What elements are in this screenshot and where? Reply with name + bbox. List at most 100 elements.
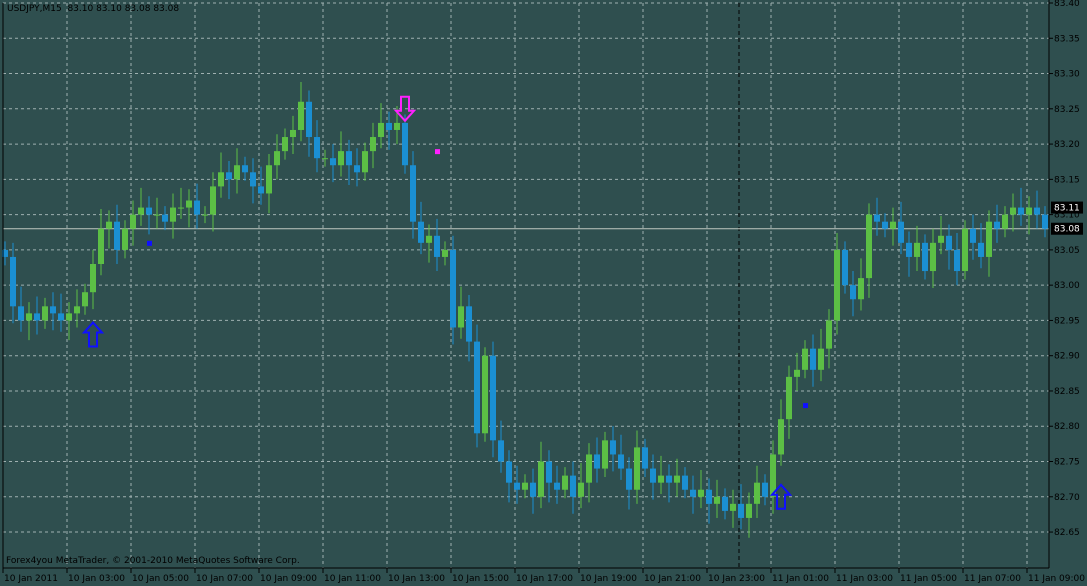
bull-candle [370, 137, 376, 152]
bear-candle [354, 165, 360, 173]
bear-candle [650, 468, 656, 483]
bull-candle [42, 306, 48, 321]
bear-candle [682, 475, 688, 490]
bear-candle [434, 235, 440, 257]
bear-candle [954, 249, 960, 272]
bear-candle [162, 214, 168, 222]
bull-candle [826, 320, 832, 349]
bear-candle [906, 242, 912, 257]
price-chart[interactable]: 83.4083.3583.3083.2583.2083.1583.1083.05… [0, 0, 1087, 586]
x-tick-label: 10 Jan 23:00 [708, 574, 765, 584]
bull-candle [746, 503, 752, 518]
bull-candle [274, 151, 280, 166]
bull-candle [674, 475, 680, 483]
ohlc-quotes: 83.10 83.10 83.08 83.08 [67, 4, 180, 14]
bear-candle [50, 306, 56, 314]
bull-candle [818, 348, 824, 370]
bull-candle [986, 221, 992, 257]
bear-candle [626, 468, 632, 490]
x-tick-label: 11 Jan 03:00 [836, 574, 893, 584]
bear-candle [738, 503, 744, 518]
bull-candle [154, 214, 160, 216]
bear-candle [1018, 207, 1024, 215]
bull-candle [170, 207, 176, 222]
y-tick-label: 83.15 [1054, 175, 1080, 185]
bear-candle [258, 186, 264, 194]
bull-candle [178, 207, 184, 209]
bull-candle [82, 292, 88, 307]
bull-candle [538, 461, 544, 497]
bull-candle [834, 249, 840, 321]
bull-candle [866, 214, 872, 279]
bear-candle [554, 482, 560, 490]
bear-candle [226, 172, 232, 180]
bear-candle [10, 256, 16, 307]
bear-candle [314, 137, 320, 159]
bear-candle [946, 235, 952, 250]
bull-candle [794, 369, 800, 377]
bull-candle [130, 214, 136, 229]
bull-candle [730, 503, 736, 511]
bull-candle [186, 200, 192, 208]
bear-candle [610, 440, 616, 455]
bear-candle [706, 489, 712, 504]
bear-candle [882, 221, 888, 229]
bear-candle [114, 221, 120, 250]
bull-candle [658, 475, 664, 483]
bear-candle [242, 165, 248, 173]
bull-candle [90, 263, 96, 293]
bull-candle [778, 419, 784, 455]
bear-candle [1034, 207, 1040, 215]
bull-candle [210, 186, 216, 215]
candles [2, 82, 1048, 538]
bear-candle [922, 242, 928, 272]
bear-candle [570, 475, 576, 497]
bull-candle [458, 306, 464, 328]
bull-candle [266, 165, 272, 194]
x-tick-label: 10 Jan 15:00 [452, 574, 509, 584]
bear-candle [810, 348, 816, 370]
bear-candle [874, 214, 880, 222]
x-tick-label: 10 Jan 19:00 [580, 574, 637, 584]
bear-candle [330, 158, 336, 166]
bull-candle [298, 101, 304, 130]
symbol-label: USDJPY,M15 [7, 4, 62, 14]
bull-candle [858, 278, 864, 300]
bear-candle [594, 454, 600, 469]
y-tick-label: 83.20 [1054, 140, 1080, 150]
x-tick-label: 10 Jan 21:00 [644, 574, 701, 584]
bear-candle [346, 151, 352, 166]
y-tick-label: 83.05 [1054, 246, 1080, 256]
y-tick-label: 82.75 [1054, 458, 1080, 468]
bull-candle [522, 482, 528, 490]
bull-candle [914, 242, 920, 257]
bull-candle [98, 228, 104, 264]
x-tick-label: 10 Jan 09:00 [260, 574, 317, 584]
signal-marker [435, 149, 440, 155]
bull-candle [786, 376, 792, 420]
bull-candle [586, 454, 592, 483]
bear-candle [146, 207, 152, 215]
bear-candle [194, 200, 200, 215]
bear-candle [498, 440, 504, 462]
bear-candle [18, 306, 24, 321]
bear-candle [530, 482, 536, 497]
y-tick-label: 82.85 [1054, 387, 1080, 397]
x-tick-label: 10 Jan 13:00 [388, 574, 445, 584]
bull-candle [1010, 207, 1016, 215]
bear-candle [514, 482, 520, 490]
x-tick-label: 11 Jan 09:00 [1028, 574, 1085, 584]
y-tick-label: 82.65 [1054, 528, 1080, 538]
bull-candle [962, 228, 968, 272]
bull-candle [394, 122, 400, 130]
bull-candle [26, 313, 32, 321]
bull-candle [362, 151, 368, 173]
x-tick-label: 10 Jan 03:00 [68, 574, 125, 584]
bull-candle [282, 137, 288, 152]
bear-candle [410, 165, 416, 222]
buy-arrow-icon [81, 321, 105, 348]
copyright-text: Forex4you MetaTrader, © 2001-2010 MetaQu… [6, 556, 300, 566]
bull-candle [1002, 214, 1008, 229]
bull-candle [218, 172, 224, 187]
bull-candle [562, 475, 568, 490]
